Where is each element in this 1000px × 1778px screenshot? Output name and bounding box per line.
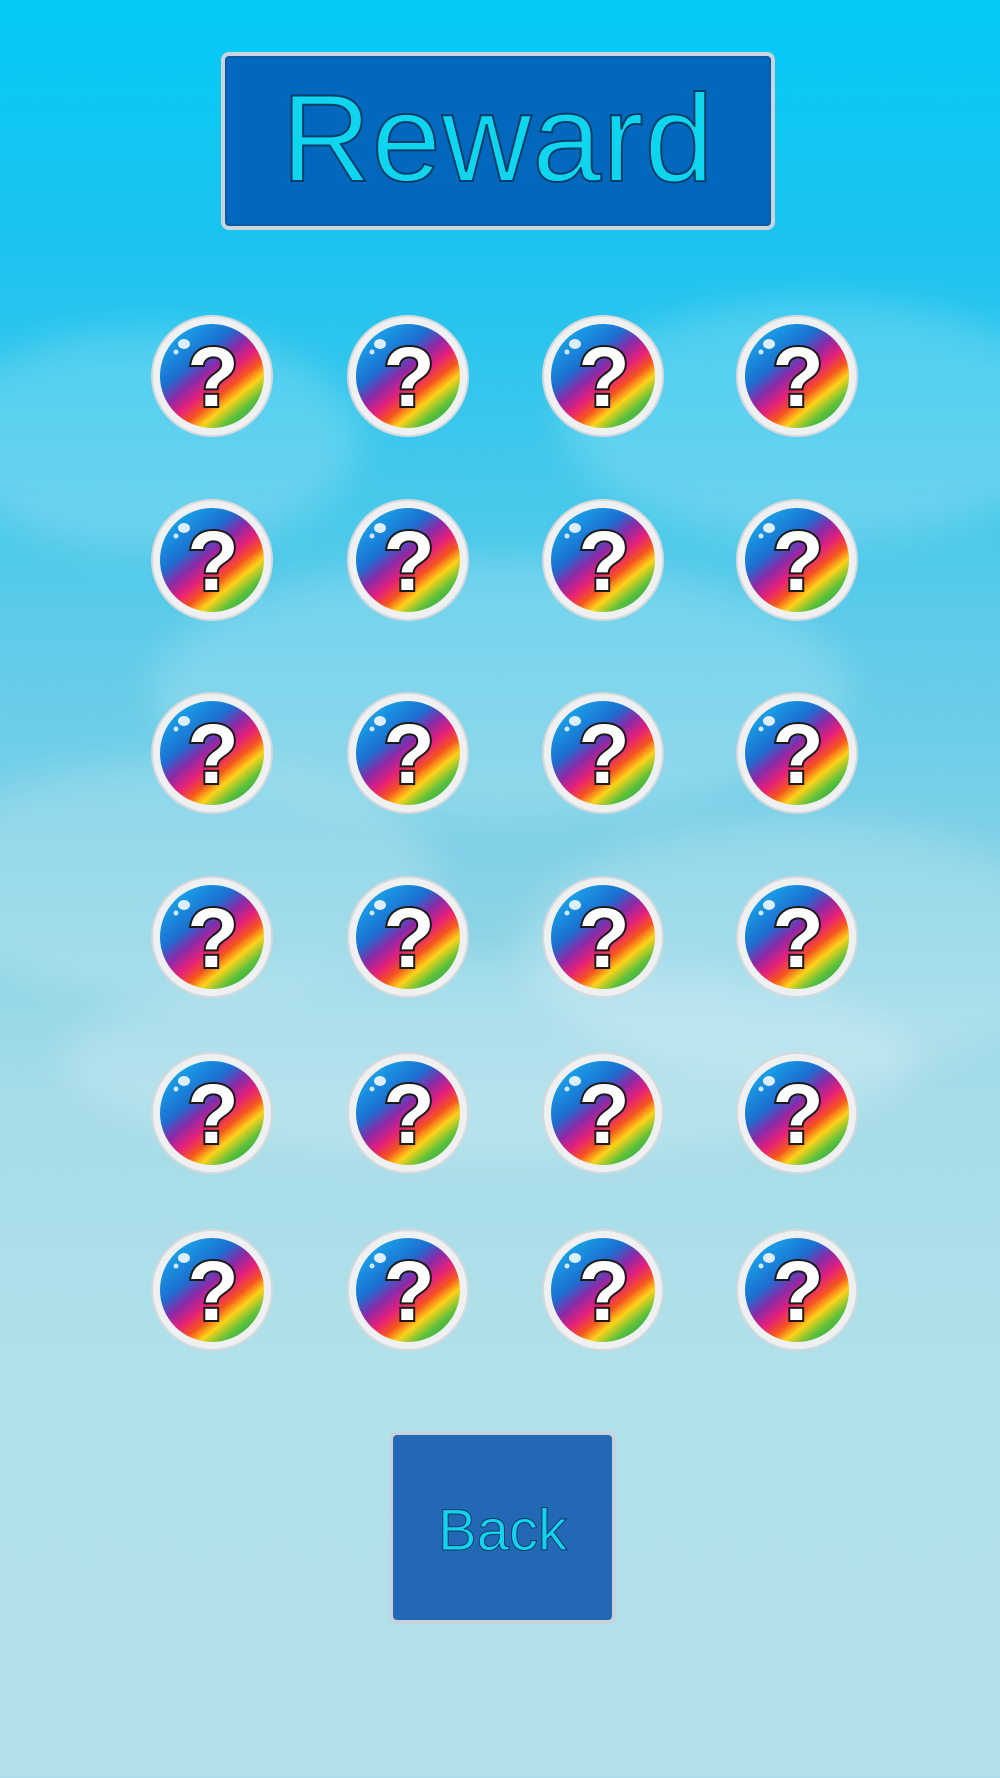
reward-slot-13[interactable]: ?: [150, 875, 274, 999]
reward-slot-18[interactable]: ?: [346, 1051, 470, 1175]
locked-mystery-reward-icon: ?: [151, 315, 273, 437]
locked-mystery-reward-icon: ?: [347, 499, 469, 621]
reward-slot-8[interactable]: ?: [735, 498, 859, 622]
locked-mystery-reward-icon: ?: [151, 876, 273, 998]
locked-mystery-reward-icon: ?: [736, 1052, 858, 1174]
reward-slot-3[interactable]: ?: [541, 314, 665, 438]
locked-mystery-reward-icon: ?: [736, 499, 858, 621]
reward-slot-6[interactable]: ?: [346, 498, 470, 622]
question-mark-glyph: ?: [772, 1067, 823, 1161]
locked-mystery-reward-icon: ?: [151, 692, 273, 814]
locked-mystery-reward-icon: ?: [542, 1052, 664, 1174]
reward-slot-15[interactable]: ?: [541, 875, 665, 999]
reward-slot-17[interactable]: ?: [150, 1051, 274, 1175]
locked-mystery-reward-icon: ?: [542, 315, 664, 437]
locked-mystery-reward-icon: ?: [736, 315, 858, 437]
reward-slot-14[interactable]: ?: [346, 875, 470, 999]
question-mark-glyph: ?: [187, 1067, 238, 1161]
reward-slot-1[interactable]: ?: [150, 314, 274, 438]
question-mark-glyph: ?: [578, 514, 629, 608]
reward-slot-22[interactable]: ?: [346, 1228, 470, 1352]
locked-mystery-reward-icon: ?: [736, 876, 858, 998]
locked-mystery-reward-icon: ?: [347, 315, 469, 437]
reward-slot-21[interactable]: ?: [150, 1228, 274, 1352]
locked-mystery-reward-icon: ?: [542, 876, 664, 998]
question-mark-glyph: ?: [578, 1244, 629, 1338]
reward-slot-19[interactable]: ?: [541, 1051, 665, 1175]
question-mark-glyph: ?: [578, 330, 629, 424]
question-mark-glyph: ?: [187, 514, 238, 608]
question-mark-glyph: ?: [578, 891, 629, 985]
reward-slot-24[interactable]: ?: [735, 1228, 859, 1352]
question-mark-glyph: ?: [772, 707, 823, 801]
reward-slot-20[interactable]: ?: [735, 1051, 859, 1175]
locked-mystery-reward-icon: ?: [542, 499, 664, 621]
reward-slot-23[interactable]: ?: [541, 1228, 665, 1352]
locked-mystery-reward-icon: ?: [736, 692, 858, 814]
locked-mystery-reward-icon: ?: [736, 1229, 858, 1351]
reward-slot-5[interactable]: ?: [150, 498, 274, 622]
reward-slot-11[interactable]: ?: [541, 691, 665, 815]
reward-slot-2[interactable]: ?: [346, 314, 470, 438]
back-button-label: Back: [438, 1498, 568, 1564]
reward-slot-16[interactable]: ?: [735, 875, 859, 999]
question-mark-glyph: ?: [578, 1067, 629, 1161]
locked-mystery-reward-icon: ?: [347, 1052, 469, 1174]
reward-slot-10[interactable]: ?: [346, 691, 470, 815]
locked-mystery-reward-icon: ?: [347, 876, 469, 998]
question-mark-glyph: ?: [772, 1244, 823, 1338]
reward-slot-12[interactable]: ?: [735, 691, 859, 815]
question-mark-glyph: ?: [187, 891, 238, 985]
locked-mystery-reward-icon: ?: [542, 1229, 664, 1351]
locked-mystery-reward-icon: ?: [151, 499, 273, 621]
question-mark-glyph: ?: [383, 514, 434, 608]
question-mark-glyph: ?: [383, 891, 434, 985]
locked-mystery-reward-icon: ?: [347, 1229, 469, 1351]
locked-mystery-reward-icon: ?: [347, 692, 469, 814]
question-mark-glyph: ?: [383, 1244, 434, 1338]
question-mark-glyph: ?: [772, 330, 823, 424]
locked-mystery-reward-icon: ?: [542, 692, 664, 814]
reward-slot-4[interactable]: ?: [735, 314, 859, 438]
locked-mystery-reward-icon: ?: [151, 1229, 273, 1351]
question-mark-glyph: ?: [772, 514, 823, 608]
question-mark-glyph: ?: [772, 891, 823, 985]
question-mark-glyph: ?: [578, 707, 629, 801]
reward-slot-7[interactable]: ?: [541, 498, 665, 622]
question-mark-glyph: ?: [187, 330, 238, 424]
question-mark-glyph: ?: [187, 1244, 238, 1338]
reward-slot-9[interactable]: ?: [150, 691, 274, 815]
locked-mystery-reward-icon: ?: [151, 1052, 273, 1174]
back-button[interactable]: Back: [389, 1431, 616, 1624]
question-mark-glyph: ?: [187, 707, 238, 801]
question-mark-glyph: ?: [383, 330, 434, 424]
question-mark-glyph: ?: [383, 1067, 434, 1161]
question-mark-glyph: ?: [383, 707, 434, 801]
